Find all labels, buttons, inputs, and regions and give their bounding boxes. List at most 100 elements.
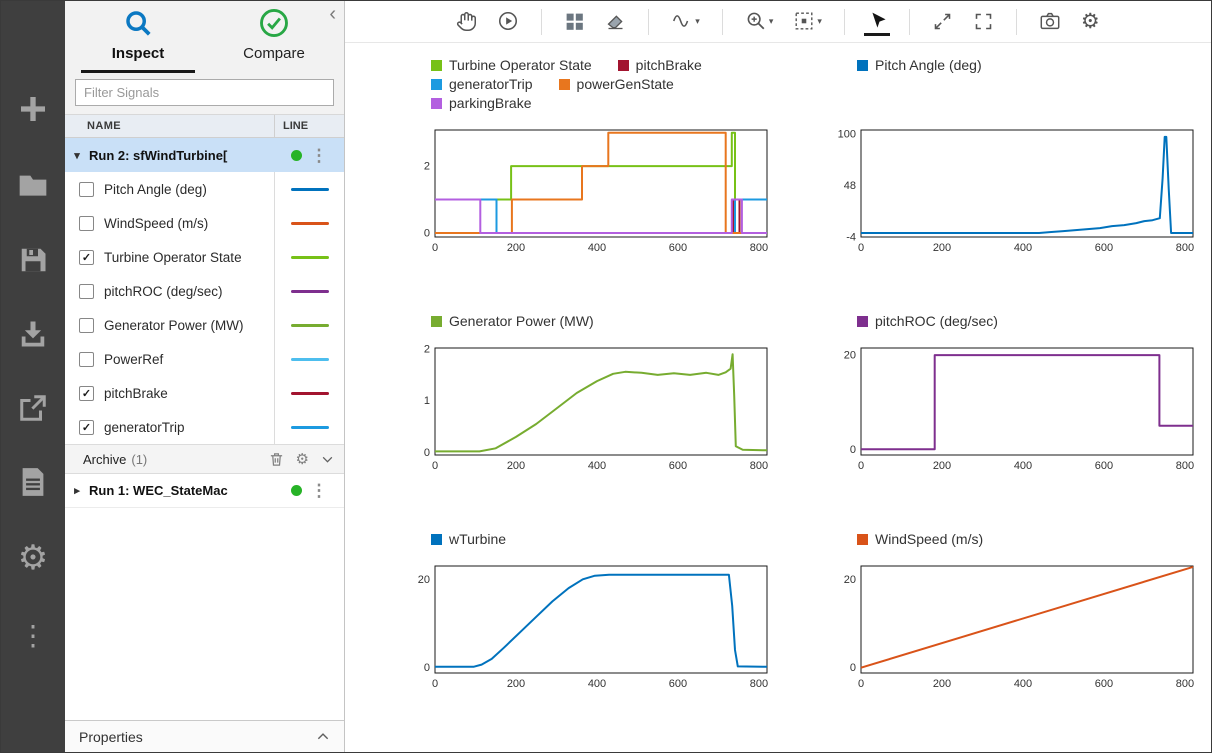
clear-plots-button[interactable] bbox=[602, 7, 629, 37]
archive-settings-button[interactable]: ⚙ bbox=[296, 452, 309, 467]
signal-name: generatorTrip bbox=[104, 420, 274, 435]
legend-item[interactable]: Pitch Angle (deg) bbox=[857, 57, 982, 73]
signal-name: Turbine Operator State bbox=[104, 250, 274, 265]
zoom-in-button[interactable]: ▾ bbox=[742, 6, 777, 37]
more-options-button[interactable]: ⋮ bbox=[19, 619, 47, 653]
legend-item[interactable]: pitchROC (deg/sec) bbox=[857, 313, 998, 329]
expand-button[interactable] bbox=[929, 7, 956, 37]
run-menu-icon[interactable]: ⋮ bbox=[311, 147, 328, 164]
svg-text:0: 0 bbox=[858, 242, 864, 254]
svg-text:0: 0 bbox=[850, 662, 856, 674]
plot-pitch-angle[interactable]: 0200400600800-448100 bbox=[829, 125, 1199, 255]
signal-checkbox[interactable] bbox=[79, 284, 94, 299]
cursor-arrow-icon bbox=[867, 11, 887, 31]
plot-legend: WindSpeed (m/s) bbox=[857, 531, 1199, 547]
run-row-1[interactable]: ▸ Run 1: WEC_StateMac ⋮ bbox=[65, 474, 344, 508]
svg-text:0: 0 bbox=[858, 678, 864, 690]
run-row-2[interactable]: ▾ Run 2: sfWindTurbine[ ⋮ bbox=[65, 138, 344, 172]
signal-checkbox[interactable] bbox=[79, 318, 94, 333]
signal-row[interactable]: ✓ pitchBrake bbox=[65, 376, 344, 410]
plus-icon bbox=[17, 93, 49, 125]
signal-table-header: NAME LINE bbox=[65, 114, 344, 138]
tab-inspect[interactable]: Inspect bbox=[81, 1, 195, 73]
add-button[interactable] bbox=[17, 93, 49, 125]
subplot-cell: pitchROC (deg/sec) 0200400600800020 bbox=[829, 313, 1199, 473]
legend-swatch bbox=[431, 316, 442, 327]
pointer-button[interactable] bbox=[864, 7, 890, 36]
signal-row[interactable]: Pitch Angle (deg) bbox=[65, 172, 344, 206]
signal-checkbox[interactable] bbox=[79, 352, 94, 367]
signal-row[interactable]: ✓ generatorTrip bbox=[65, 410, 344, 444]
import-button[interactable] bbox=[18, 319, 48, 349]
legend-label: powerGenState bbox=[577, 76, 674, 92]
signal-checkbox[interactable] bbox=[79, 182, 94, 197]
plot-generator-power[interactable]: 0200400600800012 bbox=[403, 343, 773, 473]
layout-button[interactable] bbox=[561, 7, 588, 37]
legend-item[interactable]: Turbine Operator State bbox=[431, 57, 592, 73]
svg-text:200: 200 bbox=[933, 678, 951, 690]
run-menu-icon[interactable]: ⋮ bbox=[311, 482, 328, 499]
svg-text:800: 800 bbox=[750, 678, 768, 690]
signal-browser-panel: Inspect Compare ‹ NAME LINE ▾ Run 2: sfW… bbox=[65, 1, 345, 752]
create-report-button[interactable] bbox=[19, 467, 47, 497]
legend-item[interactable]: WindSpeed (m/s) bbox=[857, 531, 983, 547]
legend-swatch bbox=[857, 316, 868, 327]
plot-wturbine[interactable]: 0200400600800020 bbox=[403, 561, 773, 691]
legend-item[interactable]: wTurbine bbox=[431, 531, 506, 547]
preferences-button[interactable]: ⚙ bbox=[18, 541, 48, 575]
fullscreen-button[interactable] bbox=[970, 7, 997, 37]
snapshot-button[interactable] bbox=[1036, 6, 1064, 37]
open-button[interactable] bbox=[17, 169, 49, 201]
signal-row[interactable]: WindSpeed (m/s) bbox=[65, 206, 344, 240]
signal-name: WindSpeed (m/s) bbox=[104, 216, 274, 231]
signal-row[interactable]: PowerRef bbox=[65, 342, 344, 376]
filter-signals-input[interactable] bbox=[75, 79, 334, 106]
caret-right-icon[interactable]: ▸ bbox=[65, 484, 89, 497]
caret-down-icon[interactable]: ▾ bbox=[65, 149, 89, 162]
dropdown-caret-icon: ▾ bbox=[817, 17, 822, 26]
signal-checkbox[interactable]: ✓ bbox=[79, 386, 94, 401]
legend-label: pitchBrake bbox=[636, 57, 702, 73]
signal-checkbox[interactable]: ✓ bbox=[79, 420, 94, 435]
floppy-disk-icon bbox=[18, 245, 48, 275]
archive-header[interactable]: Archive (1) ⚙ bbox=[65, 444, 344, 474]
filter-area bbox=[65, 73, 344, 114]
legend-item[interactable]: parkingBrake bbox=[431, 95, 532, 111]
signal-row[interactable]: Generator Power (MW) bbox=[65, 308, 344, 342]
replay-button[interactable] bbox=[494, 6, 522, 37]
plot-pitchroc[interactable]: 0200400600800020 bbox=[829, 343, 1199, 473]
chevron-down-icon bbox=[321, 453, 334, 466]
legend-item[interactable]: generatorTrip bbox=[431, 76, 533, 92]
export-button[interactable] bbox=[18, 393, 48, 423]
svg-text:800: 800 bbox=[1176, 460, 1194, 472]
plot-state-signals[interactable]: 020040060080002 bbox=[403, 125, 773, 255]
trash-icon bbox=[269, 452, 284, 467]
delete-archive-button[interactable] bbox=[269, 452, 284, 467]
run-status-dot bbox=[291, 150, 302, 161]
plot-toolbar: ▾ ▾ ▾ bbox=[345, 1, 1211, 43]
legend-item[interactable]: powerGenState bbox=[559, 76, 674, 92]
run-status-dot bbox=[291, 485, 302, 496]
signal-row[interactable]: ✓ Turbine Operator State bbox=[65, 240, 344, 274]
properties-bar[interactable]: Properties bbox=[65, 720, 344, 752]
svg-text:800: 800 bbox=[750, 242, 768, 254]
settings-button[interactable]: ⚙ bbox=[1078, 7, 1103, 37]
fit-to-view-button[interactable]: ▾ bbox=[790, 6, 825, 37]
signals-menu-button[interactable]: ▾ bbox=[668, 6, 703, 37]
tab-compare[interactable]: Compare bbox=[217, 1, 331, 73]
svg-text:100: 100 bbox=[838, 129, 856, 141]
signal-row[interactable]: pitchROC (deg/sec) bbox=[65, 274, 344, 308]
signal-name: pitchBrake bbox=[104, 386, 274, 401]
legend-item[interactable]: Generator Power (MW) bbox=[431, 313, 594, 329]
plot-windspeed[interactable]: 0200400600800020 bbox=[829, 561, 1199, 691]
legend-item[interactable]: pitchBrake bbox=[618, 57, 702, 73]
pan-button[interactable] bbox=[453, 7, 480, 37]
signal-checkbox[interactable] bbox=[79, 216, 94, 231]
svg-text:400: 400 bbox=[588, 460, 606, 472]
archive-collapse-button[interactable] bbox=[321, 453, 334, 466]
signal-checkbox[interactable]: ✓ bbox=[79, 250, 94, 265]
collapse-panel-icon[interactable]: ‹ bbox=[329, 3, 336, 26]
toolbar-separator bbox=[844, 9, 845, 35]
plot-area: ▾ ▾ ▾ bbox=[345, 1, 1211, 752]
save-button[interactable] bbox=[18, 245, 48, 275]
